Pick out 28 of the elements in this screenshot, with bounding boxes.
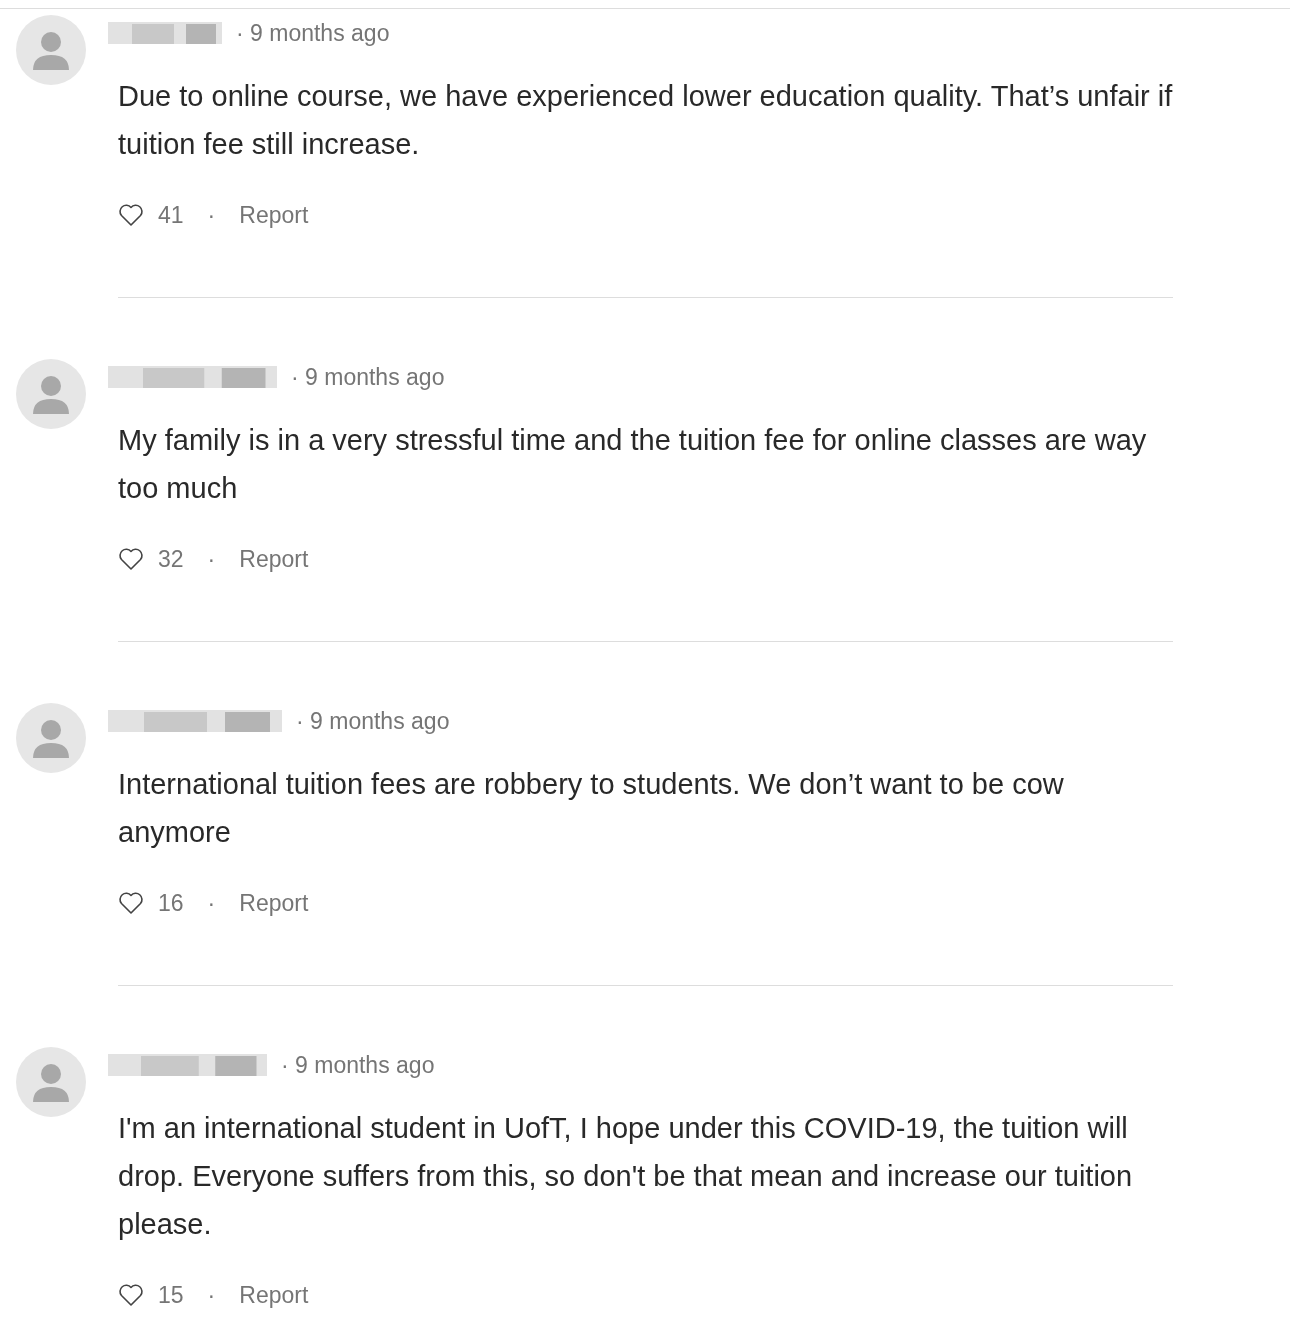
like-count: 41 [158, 201, 184, 229]
separator-dot: · [207, 1281, 216, 1309]
like-count: 15 [158, 1281, 184, 1309]
comment-text: My family is in a very stressful time and the tuition fee for online classes are way too much [118, 423, 1148, 506]
heart-icon[interactable] [118, 203, 144, 227]
like-count: 32 [158, 545, 184, 573]
avatar-icon [16, 15, 86, 85]
comment-text: Due to online course, we have experienced lower education quality. That’s unfair if tuition fee still increase. [118, 79, 1174, 162]
heart-icon[interactable] [118, 1283, 144, 1307]
report-link[interactable]: Report [239, 201, 309, 229]
separator-dot: · [207, 545, 216, 573]
comment-text: I'm an international student in UofT, I hope under this COVID-19, the tuition will drop. Everyone suffers from this, so don't be that mean and increase our tuition please. [118, 1111, 1134, 1242]
report-link[interactable]: Report [239, 1281, 309, 1309]
comment-time: · 9 months ago [296, 707, 450, 736]
heart-icon[interactable] [118, 891, 144, 915]
heart-icon[interactable] [118, 547, 144, 571]
avatar-icon [16, 359, 86, 429]
report-link[interactable]: Report [239, 889, 309, 917]
report-link[interactable]: Report [239, 545, 309, 573]
comment-time: · 9 months ago [291, 363, 445, 392]
comment-text: International tuition fees are robbery to students. We don’t want to be cow anymore [118, 767, 1065, 850]
avatar-icon [16, 703, 86, 773]
separator-dot: · [207, 201, 216, 229]
comment-time: · 9 months ago [281, 1051, 435, 1080]
like-count: 16 [158, 889, 184, 917]
separator-dot: · [207, 889, 216, 917]
comment-time: · 9 months ago [236, 19, 390, 48]
avatar-icon [16, 1047, 86, 1117]
